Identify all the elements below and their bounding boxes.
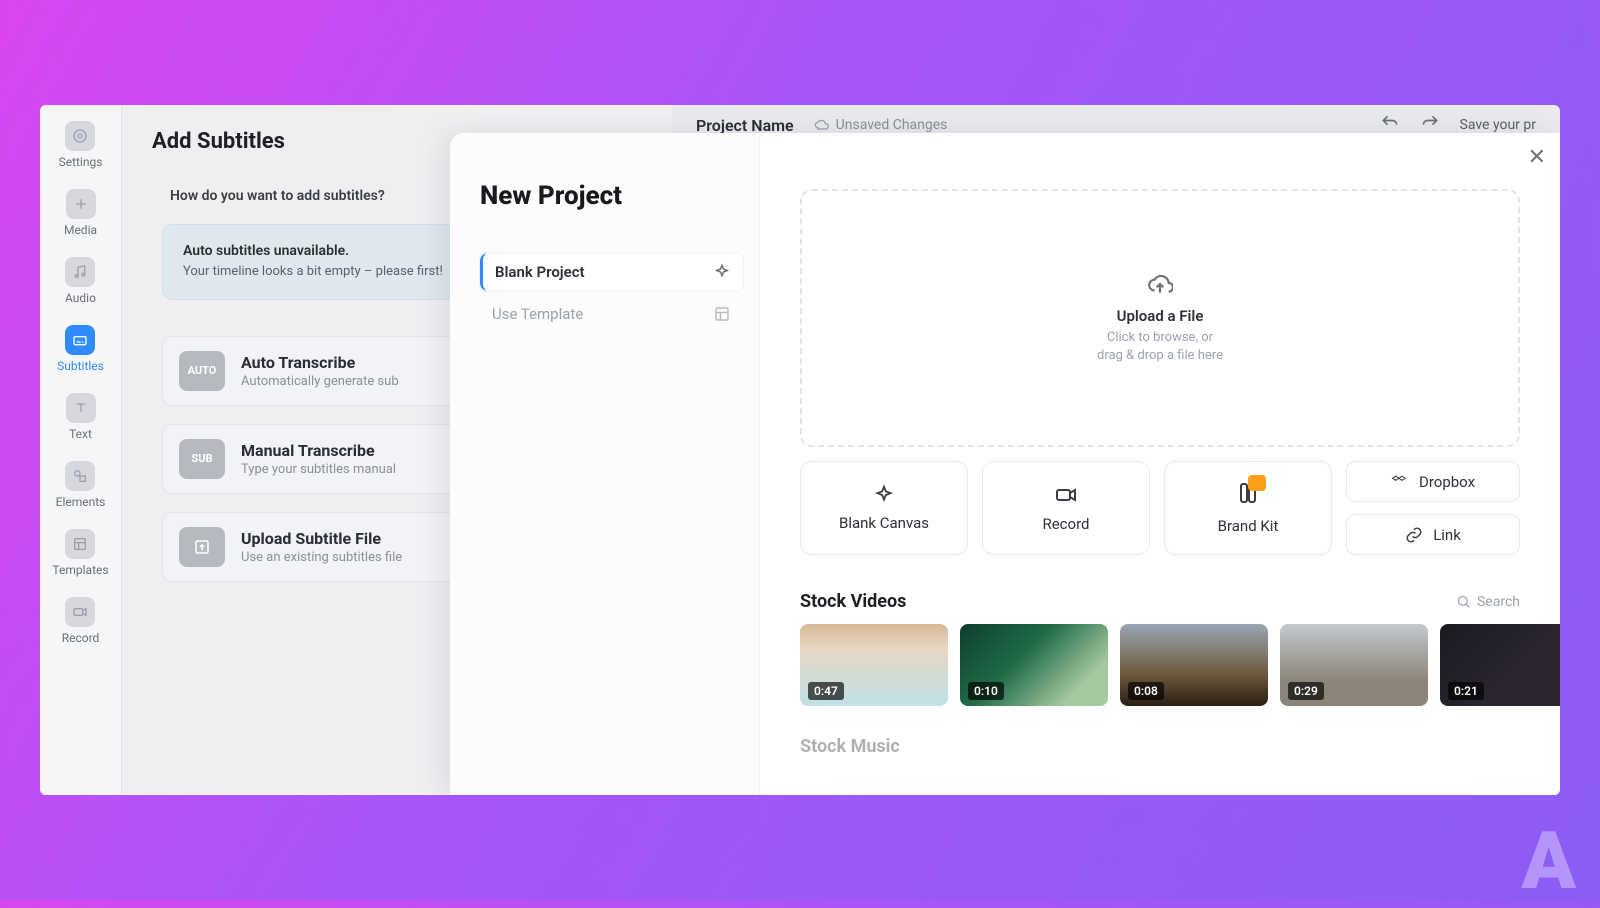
sparkle-icon [873,484,895,506]
sidebar-item-subtitles[interactable]: Subtitles [57,325,104,373]
app-window: Settings Media Audio Subtitles Text Elem… [40,105,1560,795]
sidebar-item-media[interactable]: Media [64,189,97,237]
upload-sub: Click to browse, or drag & drop a file h… [1097,329,1223,364]
upload-title: Upload a File [1117,307,1204,325]
card-label: Record [1042,515,1089,533]
unsaved-label: Unsaved Changes [836,117,948,133]
option-title: Upload Subtitle File [241,529,402,548]
camera-icon [1054,483,1078,507]
action-row: Blank Canvas Record Brand Kit D [800,461,1520,555]
duration-badge: 0:29 [1288,682,1324,700]
watermark: A [1522,814,1571,908]
section-title: Stock Videos [800,591,906,612]
sidebar-item-record[interactable]: Record [62,597,100,645]
stock-thumbnails: 0:47 0:10 0:08 0:29 0:21 [800,624,1520,706]
left-sidebar: Settings Media Audio Subtitles Text Elem… [40,105,122,795]
sidebar-item-text[interactable]: Text [66,393,96,441]
option-subtitle: Type your subtitles manual [241,462,396,477]
stock-video-thumb[interactable]: 0:47 [800,624,948,706]
link-icon [1405,526,1423,544]
upload-cloud-icon [1147,271,1173,297]
option-subtitle: Automatically generate sub [241,374,399,389]
text-icon [66,393,96,423]
pill-label: Link [1433,526,1461,544]
save-hint[interactable]: Save your pr [1460,117,1536,133]
duration-badge: 0:10 [968,682,1004,700]
sidebar-item-templates[interactable]: Templates [52,529,108,577]
brand-kit-icon-wrap [1236,481,1260,509]
camera-icon [65,597,95,627]
duration-badge: 0:47 [808,682,844,700]
stock-music-header: Stock Music [800,736,1520,757]
subtitle-icon [65,325,95,355]
search-label: Search [1477,594,1520,610]
option-blank-project[interactable]: Blank Project [480,253,743,291]
sub-badge-icon: SUB [179,439,225,479]
cloud-off-icon [814,117,830,133]
upload-dropzone[interactable]: Upload a File Click to browse, or drag &… [800,189,1520,447]
card-label: Brand Kit [1218,517,1279,535]
sidebar-item-label: Record [62,631,100,645]
sidebar-item-elements[interactable]: Elements [56,461,106,509]
duration-badge: 0:08 [1128,682,1164,700]
gear-icon [65,121,95,151]
sidebar-item-label: Audio [65,291,96,305]
duration-badge: 0:21 [1448,682,1484,700]
plus-icon [66,189,96,219]
option-title: Manual Transcribe [241,441,396,460]
blank-canvas-card[interactable]: Blank Canvas [800,461,968,555]
stock-video-thumb[interactable]: 0:29 [1280,624,1428,706]
dropbox-icon [1391,473,1409,491]
search-icon [1456,594,1471,609]
option-label: Blank Project [495,263,585,281]
option-title: Auto Transcribe [241,353,399,372]
stock-videos-header: Stock Videos Search [800,591,1520,612]
modal-right-panel: Upload a File Click to browse, or drag &… [760,133,1560,795]
upload-badge-icon [179,527,225,567]
dropbox-button[interactable]: Dropbox [1346,461,1520,502]
sidebar-item-label: Elements [56,495,106,509]
stock-video-thumb[interactable]: 0:21 [1440,624,1560,706]
sidebar-item-label: Media [64,223,97,237]
modal-title: New Project [480,181,743,211]
sidebar-item-label: Settings [59,155,103,169]
option-label: Use Template [492,305,583,323]
stock-video-thumb[interactable]: 0:10 [960,624,1108,706]
project-name[interactable]: Project Name [696,116,794,135]
modal-left-panel: New Project Blank Project Use Template [450,133,760,795]
close-button[interactable]: ✕ [1528,145,1546,170]
stock-search-button[interactable]: Search [1456,594,1520,610]
option-subtitle: Use an existing subtitles file [241,550,402,565]
unsaved-indicator: Unsaved Changes [814,117,948,133]
sidebar-item-label: Templates [52,563,108,577]
record-card[interactable]: Record [982,461,1150,555]
sidebar-item-label: Subtitles [57,359,104,373]
link-button[interactable]: Link [1346,514,1520,555]
shapes-icon [65,461,95,491]
card-label: Blank Canvas [839,514,929,532]
sidebar-item-settings[interactable]: Settings [59,121,103,169]
sidebar-item-label: Text [69,427,92,441]
music-note-icon [65,257,95,287]
template-icon [713,305,731,323]
auto-badge-icon: AUTO [179,351,225,391]
stock-video-thumb[interactable]: 0:08 [1120,624,1268,706]
sparkle-icon [713,263,731,281]
brand-kit-card[interactable]: Brand Kit [1164,461,1332,555]
sidebar-item-audio[interactable]: Audio [65,257,96,305]
option-use-template[interactable]: Use Template [480,295,743,333]
template-icon [65,529,95,559]
new-project-modal: ✕ New Project Blank Project Use Template… [450,133,1560,795]
upgrade-badge-icon [1248,475,1266,491]
pill-label: Dropbox [1419,473,1475,491]
